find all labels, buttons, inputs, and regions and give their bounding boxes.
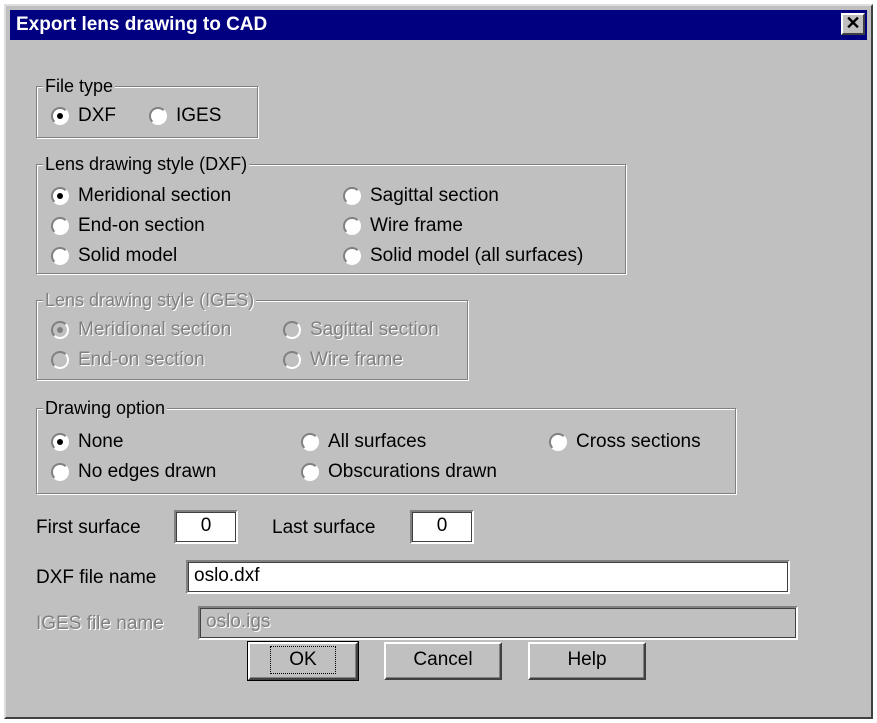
iges-file-name-input[interactable]: oslo.igs [198,606,798,640]
radio-iges-label: IGES [176,105,222,126]
close-icon: ✕ [845,13,861,33]
radio-iges-wireframe-label: Wire frame [310,349,403,370]
radio-option-all-surfaces[interactable]: All surfaces [301,430,426,454]
iges-file-name-label: IGES file name [36,613,164,634]
radio-iges-wireframe-indicator [283,351,301,369]
dxf-file-name-input[interactable]: oslo.dxf [186,560,790,594]
radio-dxf-endon-indicator [51,217,69,235]
radio-dxf-meridional-label: Meridional section [78,185,232,206]
radio-dxf-label: DXF [78,105,116,126]
radio-option-no-edges-indicator [51,463,69,481]
close-button[interactable]: ✕ [841,13,865,35]
radio-option-no-edges-label: No edges drawn [78,461,217,482]
last-surface-input[interactable]: 0 [410,510,474,544]
radio-dxf-sagittal[interactable]: Sagittal section [343,184,499,208]
ok-button[interactable]: OK [247,641,359,681]
radio-dxf-meridional-indicator [51,187,69,205]
radio-option-no-edges[interactable]: No edges drawn [51,460,216,484]
radio-dxf-sagittal-indicator [343,187,361,205]
radio-dxf-indicator [51,107,69,125]
radio-option-all-surfaces-indicator [301,433,319,451]
title-bar[interactable]: Export lens drawing to CAD ✕ [10,10,867,40]
radio-dxf-wireframe-indicator [343,217,361,235]
radio-dxf-solid[interactable]: Solid model [51,244,177,268]
file-type-group: File type DXF IGES [36,75,258,138]
radio-option-cross-sections-label: Cross sections [576,431,701,452]
iges-style-label: Lens drawing style (IGES) [43,289,257,311]
first-surface-input[interactable]: 0 [174,510,238,544]
radio-dxf-endon-label: End-on section [78,215,205,236]
radio-iges-endon-indicator [51,351,69,369]
radio-iges-meridional-indicator [51,321,69,339]
radio-option-obscurations[interactable]: Obscurations drawn [301,460,497,484]
radio-dxf-solid-all-indicator [343,247,361,265]
radio-dxf-solid-all[interactable]: Solid model (all surfaces) [343,244,583,268]
radio-option-none-label: None [78,431,124,452]
cancel-button[interactable]: Cancel [384,642,502,680]
dxf-style-group: Lens drawing style (DXF) Meridional sect… [36,153,626,274]
last-surface-label: Last surface [272,517,376,538]
radio-dxf-wireframe-label: Wire frame [370,215,463,236]
radio-iges-sagittal[interactable]: Sagittal section [283,318,439,342]
radio-iges[interactable]: IGES [149,104,221,128]
radio-option-none[interactable]: None [51,430,123,454]
radio-dxf-sagittal-label: Sagittal section [370,185,499,206]
ok-button-label: OK [270,646,336,674]
radio-dxf-solid-indicator [51,247,69,265]
radio-iges-endon[interactable]: End-on section [51,348,205,372]
radio-option-all-surfaces-label: All surfaces [328,431,427,452]
radio-dxf-solid-all-label: Solid model (all surfaces) [370,245,584,266]
file-type-label: File type [43,75,116,97]
export-cad-dialog: Export lens drawing to CAD ✕ File type D… [4,4,873,719]
radio-iges-wireframe[interactable]: Wire frame [283,348,403,372]
drawing-option-group: Drawing option None All surfaces Cross s… [36,397,736,494]
dxf-file-name-label: DXF file name [36,567,157,588]
radio-dxf-wireframe[interactable]: Wire frame [343,214,463,238]
radio-iges-meridional-label: Meridional section [78,319,232,340]
radio-option-obscurations-indicator [301,463,319,481]
dxf-style-label: Lens drawing style (DXF) [43,153,250,175]
radio-option-obscurations-label: Obscurations drawn [328,461,497,482]
drawing-option-label: Drawing option [43,397,168,419]
radio-dxf-endon[interactable]: End-on section [51,214,205,238]
radio-iges-sagittal-label: Sagittal section [310,319,439,340]
radio-option-cross-sections[interactable]: Cross sections [549,430,701,454]
radio-iges-sagittal-indicator [283,321,301,339]
help-button[interactable]: Help [528,642,646,680]
cancel-button-label: Cancel [413,649,473,670]
radio-dxf[interactable]: DXF [51,104,116,128]
iges-style-group: Lens drawing style (IGES) Meridional sec… [36,289,468,380]
dialog-title: Export lens drawing to CAD [16,14,268,35]
first-surface-label: First surface [36,517,141,538]
radio-iges-endon-label: End-on section [78,349,205,370]
radio-option-cross-sections-indicator [549,433,567,451]
radio-iges-meridional[interactable]: Meridional section [51,318,231,342]
help-button-label: Help [567,649,607,670]
radio-dxf-solid-label: Solid model [78,245,178,266]
radio-option-none-indicator [51,433,69,451]
radio-iges-indicator [149,107,167,125]
radio-dxf-meridional[interactable]: Meridional section [51,184,231,208]
